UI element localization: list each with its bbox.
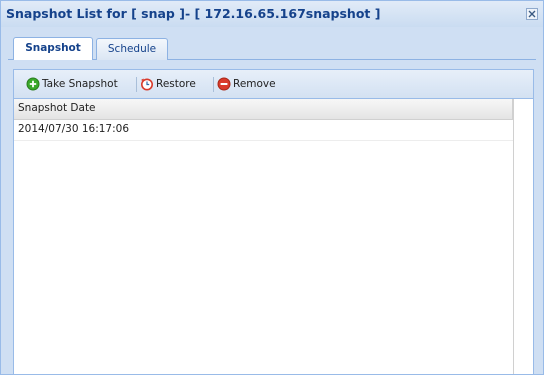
- snapshot-date-cell: 2014/07/30 16:17:06: [18, 123, 130, 135]
- tab-snapshot[interactable]: Snapshot: [13, 37, 93, 60]
- remove-circle-icon: [217, 77, 231, 91]
- toolbar: Take Snapshot Restore Remove: [14, 70, 533, 99]
- tab-schedule[interactable]: Schedule: [96, 38, 168, 60]
- take-snapshot-label: Take Snapshot: [42, 78, 118, 90]
- toolbar-separator: [213, 77, 214, 92]
- snapshot-panel: Take Snapshot Restore Remove Snapshot Da…: [13, 69, 534, 375]
- window-titlebar[interactable]: Snapshot List for [ snap ]- [ 172.16.65.…: [1, 1, 543, 27]
- remove-button[interactable]: Remove: [217, 76, 289, 92]
- take-snapshot-button[interactable]: Take Snapshot: [26, 76, 136, 92]
- restore-clock-icon: [141, 78, 153, 91]
- restore-button[interactable]: Restore: [140, 76, 212, 92]
- tab-strip: Snapshot Schedule: [8, 35, 536, 60]
- restore-label: Restore: [156, 78, 196, 90]
- remove-label: Remove: [233, 78, 276, 90]
- close-icon: [528, 10, 536, 18]
- column-header-snapshot-date[interactable]: Snapshot Date: [18, 102, 96, 114]
- toolbar-separator: [136, 77, 137, 92]
- table-row[interactable]: 2014/07/30 16:17:06: [14, 120, 513, 141]
- vertical-scrollbar[interactable]: [513, 99, 533, 374]
- grid-header: Snapshot Date: [14, 99, 513, 120]
- add-circle-icon: [26, 77, 40, 91]
- close-button[interactable]: [526, 8, 538, 20]
- window-title: Snapshot List for [ snap ]- [ 172.16.65.…: [6, 6, 381, 21]
